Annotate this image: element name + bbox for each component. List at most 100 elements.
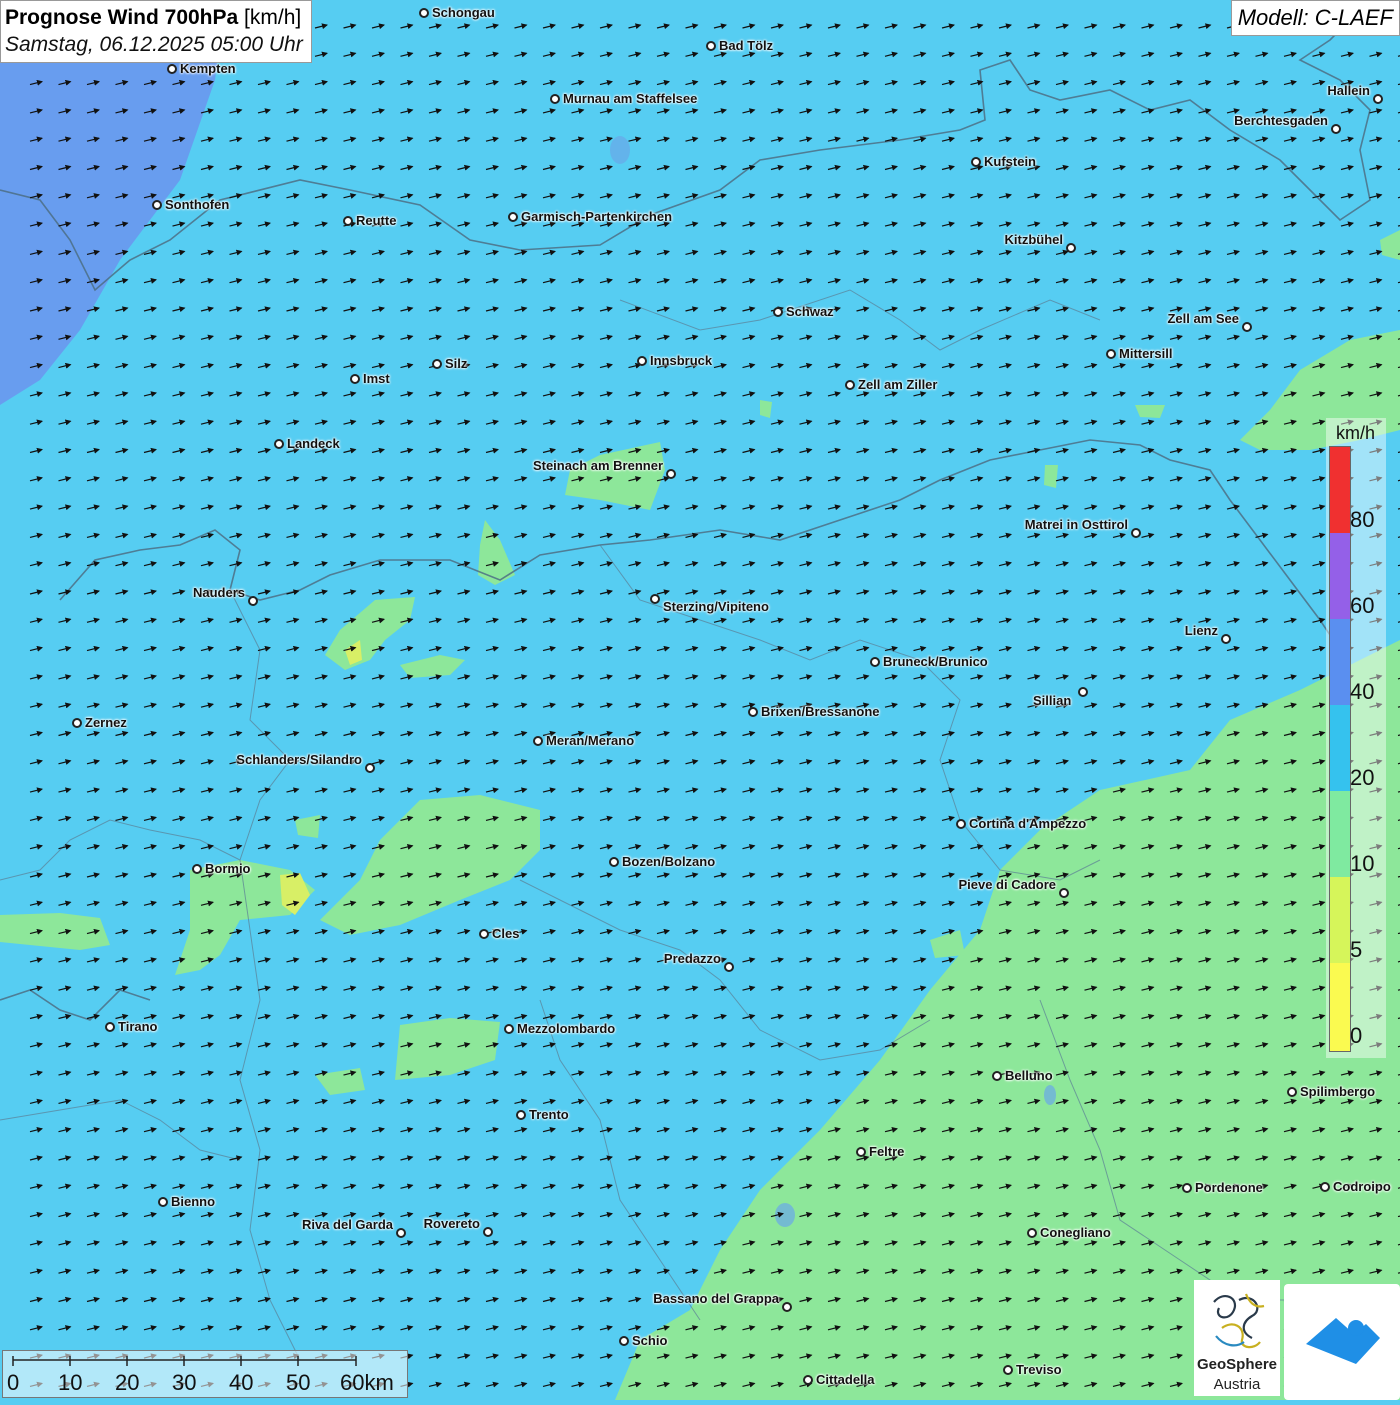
city-label: Sillian (1033, 693, 1072, 708)
city-label: Bad Tölz (719, 38, 774, 53)
city-marker (158, 1197, 168, 1207)
city-label: Kufstein (984, 154, 1036, 169)
city-marker (550, 94, 560, 104)
city-marker (992, 1071, 1002, 1081)
legend-tick-60: 60 (1350, 593, 1375, 618)
city-label: Silz (445, 356, 468, 371)
scale-label-0: 0 (7, 1370, 20, 1395)
scale-label-20: 20 (115, 1370, 140, 1395)
city-label: Trento (529, 1107, 569, 1122)
city-label: Kitzbühel (1004, 232, 1064, 247)
legend-tick-40: 40 (1350, 679, 1375, 704)
city-label: Bienno (171, 1194, 216, 1209)
city-label: Schongau (432, 5, 495, 20)
city-marker (350, 374, 360, 384)
model-label: Modell: C-LAEF (1230, 0, 1400, 36)
legend-seg-60-80 (1330, 533, 1350, 619)
legend-unit: km/h (1336, 423, 1376, 443)
city-label: Lienz (1184, 623, 1218, 638)
city-marker (105, 1022, 115, 1032)
city-label: Spilimbergo (1300, 1084, 1376, 1099)
city-marker (637, 356, 647, 366)
city-label: Cortina d'Ampezzo (969, 816, 1087, 831)
city-marker (248, 596, 258, 606)
city-marker (1027, 1228, 1037, 1238)
city-marker (856, 1147, 866, 1157)
city-label: Schwaz (786, 304, 834, 319)
city-marker (956, 819, 966, 829)
city-label: Riva del Garda (301, 1217, 393, 1232)
city-label: Sterzing/Vipiteno (663, 599, 769, 614)
scale-label-50: 50 (286, 1370, 311, 1395)
city-label: Bormio (205, 861, 251, 876)
app-logo[interactable] (1284, 1284, 1400, 1400)
map-title: Prognose Wind 700hPa [km/h] (5, 4, 303, 31)
city-label: Codroipo (1333, 1179, 1391, 1194)
city-label: Mezzolombardo (517, 1021, 616, 1036)
city-label: Hallein (1327, 83, 1370, 98)
city-label: Rovereto (423, 1216, 480, 1231)
city-marker (1182, 1183, 1192, 1193)
city-marker (396, 1228, 406, 1238)
city-marker (748, 707, 758, 717)
legend-tick-20: 20 (1350, 765, 1375, 790)
legend-tick-80: 80 (1350, 507, 1375, 532)
city-marker (72, 718, 82, 728)
city-label: Mittersill (1119, 346, 1173, 361)
city-label: Bassano del Grappa (653, 1291, 779, 1306)
city-marker (650, 594, 660, 604)
city-marker (1059, 888, 1069, 898)
city-label: Meran/Merano (546, 733, 635, 748)
city-marker (666, 469, 676, 479)
city-label: Bruneck/Brunico (883, 654, 988, 669)
scale-label-60km: 60km (340, 1370, 394, 1395)
city-label: Steinach am Brenner (532, 458, 663, 473)
city-marker (782, 1302, 792, 1312)
city-marker (870, 657, 880, 667)
city-label: Brixen/Bressanone (761, 704, 880, 719)
city-marker (803, 1375, 813, 1385)
legend-colorbar (1329, 446, 1351, 1052)
city-label: Bozen/Bolzano (622, 854, 716, 869)
city-label: Belluno (1005, 1068, 1053, 1083)
city-marker (1106, 349, 1116, 359)
city-marker (1003, 1365, 1013, 1375)
legend-seg-10-20 (1330, 791, 1350, 877)
city-label: Schio (632, 1333, 668, 1348)
city-marker (1242, 322, 1252, 332)
city-marker (419, 8, 429, 18)
wind-area-light-12 (760, 400, 772, 418)
city-marker (619, 1336, 629, 1346)
scale-label-30: 30 (172, 1370, 197, 1395)
city-label: Feltre (869, 1144, 905, 1159)
city-label: Innsbruck (650, 353, 713, 368)
city-label: Berchtesgaden (1234, 113, 1328, 128)
geosphere-logo[interactable]: GeoSphere Austria (1194, 1280, 1280, 1396)
city-marker (1320, 1182, 1330, 1192)
geosphere-logo-subtext: Austria (1213, 1376, 1261, 1393)
city-label: Kempten (180, 61, 236, 76)
city-marker (724, 962, 734, 972)
city-label: Murnau am Staffelsee (563, 91, 698, 106)
city-label: Garmisch-Partenkirchen (521, 209, 673, 224)
city-marker (508, 212, 518, 222)
city-label: Schlanders/Silandro (236, 752, 362, 767)
legend-tick-5: 5 (1350, 937, 1363, 962)
map-datetime: Samstag, 06.12.2025 05:00 Uhr (5, 33, 303, 56)
city-marker (773, 307, 783, 317)
city-marker (609, 857, 619, 867)
city-marker (167, 64, 177, 74)
legend-tick-0: 0 (1350, 1023, 1363, 1048)
legend-seg-0-5 (1330, 963, 1350, 1051)
legend-seg-5-10 (1330, 877, 1350, 963)
city-marker (1078, 687, 1088, 697)
map-title-unit: [km/h] (244, 6, 302, 29)
city-label: Zell am See (1167, 311, 1239, 326)
scale-label-40: 40 (229, 1370, 254, 1395)
city-marker (152, 200, 162, 210)
city-marker (533, 736, 543, 746)
city-marker (192, 864, 202, 874)
city-label: Matrei in Osttirol (1024, 517, 1128, 532)
city-marker (1287, 1087, 1297, 1097)
wind-area-light-11 (1044, 465, 1058, 488)
